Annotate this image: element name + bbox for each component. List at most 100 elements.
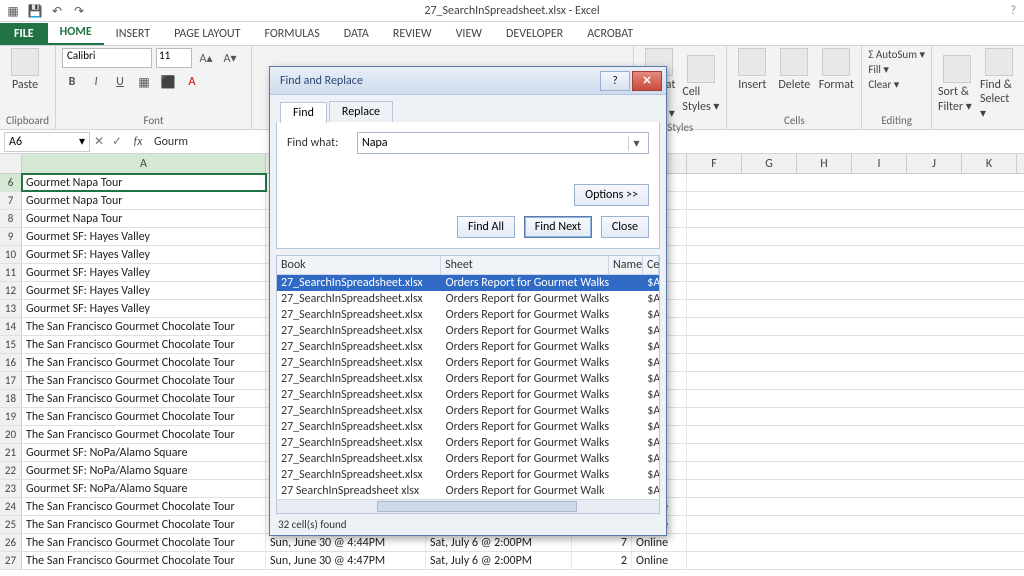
row-header[interactable]: 27: [0, 552, 22, 569]
find-all-button[interactable]: Find All: [457, 216, 515, 238]
dialog-titlebar[interactable]: Find and Replace ? ✕: [270, 67, 666, 95]
row-header[interactable]: 20: [0, 426, 22, 443]
cell[interactable]: The San Francisco Gourmet Chocolate Tour: [22, 318, 266, 335]
result-row[interactable]: 27_SearchInSpreadsheet.xlsxOrders Report…: [277, 275, 659, 291]
cell[interactable]: Gourmet SF: NoPa/Alamo Square: [22, 444, 266, 461]
result-row[interactable]: 27_SearchInSpreadsheet.xlsxOrders Report…: [277, 435, 659, 451]
clear-button[interactable]: Clear ▾: [868, 78, 899, 91]
help-icon[interactable]: ?: [1010, 4, 1016, 18]
row-header[interactable]: 13: [0, 300, 22, 317]
redo-icon[interactable]: ↷: [70, 2, 88, 20]
cell[interactable]: Sat, July 6 @ 2:00PM: [426, 534, 572, 551]
dialog-tab-replace[interactable]: Replace: [329, 101, 393, 122]
result-row[interactable]: 27_SearchInSpreadsheet.xlsxOrders Report…: [277, 403, 659, 419]
results-col-sheet[interactable]: Sheet: [441, 256, 609, 274]
result-row[interactable]: 27_SearchInSpreadsheet.xlsxOrders Report…: [277, 387, 659, 403]
result-row[interactable]: 27_SearchInSpreadsheet.xlsxOrders Report…: [277, 323, 659, 339]
autosum-button[interactable]: Σ AutoSum ▾: [868, 48, 925, 61]
cell[interactable]: Gourmet SF: Hayes Valley: [22, 300, 266, 317]
row-header[interactable]: 22: [0, 462, 22, 479]
row-header[interactable]: 26: [0, 534, 22, 551]
cell[interactable]: Gourmet SF: Hayes Valley: [22, 282, 266, 299]
row-header[interactable]: 17: [0, 372, 22, 389]
cell[interactable]: Gourmet SF: Hayes Valley: [22, 264, 266, 281]
excel-app-icon[interactable]: ▦: [4, 2, 22, 20]
find-next-button[interactable]: Find Next: [524, 216, 592, 238]
dialog-tab-find[interactable]: Find: [280, 102, 327, 123]
cell[interactable]: Gourmet Napa Tour: [22, 192, 266, 209]
cell-styles-button[interactable]: Cell Styles ▾: [682, 55, 720, 114]
find-what-input[interactable]: Napa ▾: [357, 132, 649, 154]
result-row[interactable]: 27_SearchInSpreadsheet.xlsxOrders Report…: [277, 291, 659, 307]
row-header[interactable]: 14: [0, 318, 22, 335]
find-select-button[interactable]: Find & Select ▾: [980, 48, 1018, 121]
results-hscrollbar[interactable]: [277, 499, 659, 513]
cell[interactable]: Gourmet Napa Tour: [22, 210, 266, 227]
result-row[interactable]: 27_SearchInSpreadsheet.xlsxOrders Report…: [277, 419, 659, 435]
row-header[interactable]: 8: [0, 210, 22, 227]
cell[interactable]: Sat, July 6 @ 2:00PM: [426, 552, 572, 569]
decrease-font-icon[interactable]: A▾: [220, 48, 240, 68]
column-header-A[interactable]: A: [22, 154, 266, 173]
insert-button[interactable]: Insert: [733, 48, 771, 92]
ribbon-tab-insert[interactable]: INSERT: [104, 23, 162, 45]
result-row[interactable]: 27_SearchInSpreadsheet.xlsxOrders Report…: [277, 451, 659, 467]
ribbon-tab-file[interactable]: FILE: [0, 23, 48, 45]
cell[interactable]: The San Francisco Gourmet Chocolate Tour: [22, 534, 266, 551]
font-color-button[interactable]: A: [182, 72, 202, 92]
results-col-name[interactable]: Name: [609, 256, 643, 274]
row-header[interactable]: 6: [0, 174, 22, 191]
select-all-corner[interactable]: [0, 154, 22, 173]
save-icon[interactable]: 💾: [26, 2, 44, 20]
row-header[interactable]: 21: [0, 444, 22, 461]
format-button[interactable]: Format: [817, 48, 855, 92]
find-dropdown-icon[interactable]: ▾: [628, 136, 644, 151]
sort-filter-button[interactable]: Sort & Filter ▾: [938, 55, 976, 114]
row-header[interactable]: 7: [0, 192, 22, 209]
row-header[interactable]: 24: [0, 498, 22, 515]
row-header[interactable]: 15: [0, 336, 22, 353]
ribbon-tab-acrobat[interactable]: ACROBAT: [575, 23, 645, 45]
font-size-select[interactable]: 11: [156, 48, 192, 68]
result-row[interactable]: 27 SearchInSpreadsheet xlsxOrders Report…: [277, 483, 659, 499]
cell[interactable]: Gourmet SF: Hayes Valley: [22, 228, 266, 245]
dialog-help-icon[interactable]: ?: [600, 71, 630, 91]
cell[interactable]: 7: [572, 534, 632, 551]
ribbon-tab-home[interactable]: HOME: [48, 21, 104, 45]
ribbon-tab-review[interactable]: REVIEW: [381, 23, 444, 45]
cell[interactable]: The San Francisco Gourmet Chocolate Tour: [22, 372, 266, 389]
cell[interactable]: The San Francisco Gourmet Chocolate Tour: [22, 390, 266, 407]
row-header[interactable]: 11: [0, 264, 22, 281]
cell[interactable]: Gourmet SF: Hayes Valley: [22, 246, 266, 263]
row-header[interactable]: 19: [0, 408, 22, 425]
fill-button[interactable]: Fill ▾: [868, 63, 889, 76]
result-row[interactable]: 27_SearchInSpreadsheet.xlsxOrders Report…: [277, 339, 659, 355]
column-header-J[interactable]: J: [907, 154, 962, 173]
results-col-book[interactable]: Book: [277, 256, 441, 274]
column-header-G[interactable]: G: [742, 154, 797, 173]
cell[interactable]: Online: [632, 552, 687, 569]
column-header-H[interactable]: H: [797, 154, 852, 173]
row-header[interactable]: 23: [0, 480, 22, 497]
results-col-cell[interactable]: Ce: [643, 256, 659, 274]
cell[interactable]: 2: [572, 552, 632, 569]
cell[interactable]: Sun, June 30 @ 4:47PM: [266, 552, 426, 569]
result-row[interactable]: 27_SearchInSpreadsheet.xlsxOrders Report…: [277, 307, 659, 323]
cell[interactable]: The San Francisco Gourmet Chocolate Tour: [22, 408, 266, 425]
cell[interactable]: The San Francisco Gourmet Chocolate Tour: [22, 498, 266, 515]
column-header-F[interactable]: F: [687, 154, 742, 173]
namebox-dropdown-icon[interactable]: ▾: [79, 134, 85, 149]
result-row[interactable]: 27_SearchInSpreadsheet.xlsxOrders Report…: [277, 371, 659, 387]
ribbon-tab-developer[interactable]: DEVELOPER: [494, 23, 575, 45]
row-header[interactable]: 25: [0, 516, 22, 533]
name-box[interactable]: A6▾: [4, 132, 90, 152]
row-header[interactable]: 18: [0, 390, 22, 407]
options-button[interactable]: Options >>: [574, 184, 649, 206]
delete-button[interactable]: Delete: [775, 48, 813, 92]
cell[interactable]: Gourmet Napa Tour: [22, 174, 266, 191]
ribbon-tab-page-layout[interactable]: PAGE LAYOUT: [162, 23, 252, 45]
close-button[interactable]: Close: [601, 216, 649, 238]
ribbon-tab-view[interactable]: VIEW: [444, 23, 494, 45]
result-row[interactable]: 27_SearchInSpreadsheet.xlsxOrders Report…: [277, 467, 659, 483]
increase-font-icon[interactable]: A▴: [196, 48, 216, 68]
